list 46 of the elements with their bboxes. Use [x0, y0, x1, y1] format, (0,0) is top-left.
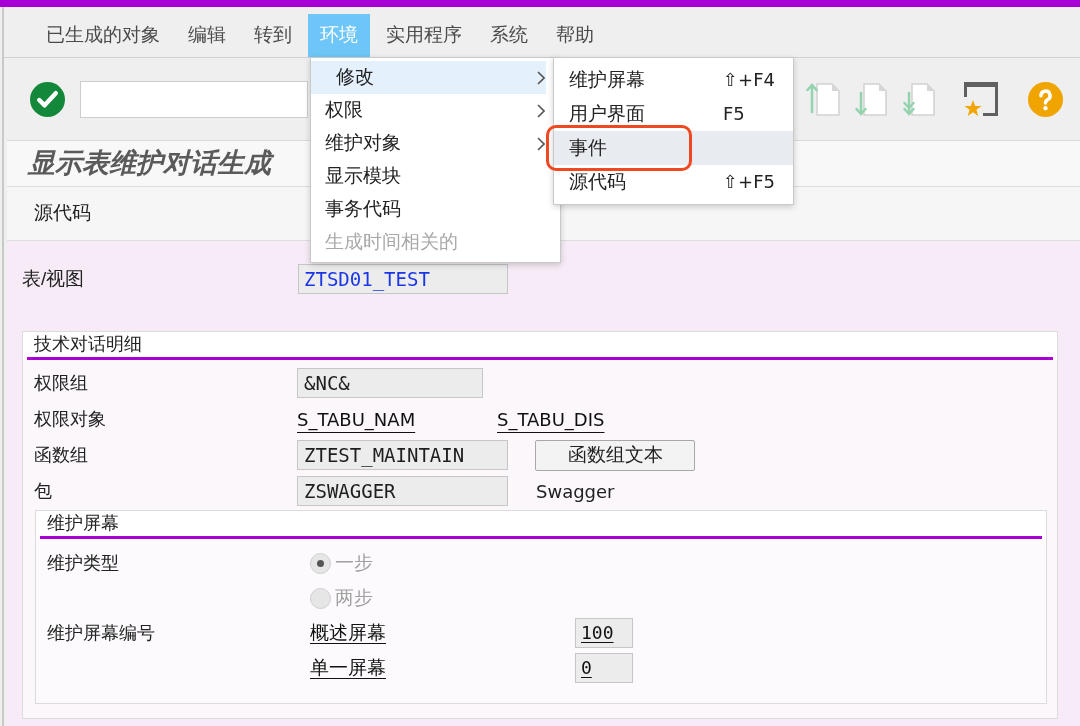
- document-up-arrow-icon[interactable]: [806, 81, 842, 117]
- function-group-text-button[interactable]: 函数组文本: [535, 439, 695, 471]
- command-field[interactable]: [80, 80, 308, 118]
- radio-label: 两步: [335, 585, 373, 610]
- document-double-down-arrow-icon[interactable]: [901, 81, 937, 117]
- menu-item[interactable]: 事件: [554, 131, 793, 165]
- package-description: Swagger: [536, 479, 615, 504]
- menu-item[interactable]: 源代码 ⇧+F5: [554, 165, 793, 199]
- number-field[interactable]: 100: [575, 618, 633, 648]
- menu-item[interactable]: 显示模块: [311, 160, 546, 193]
- menu-bar-item[interactable]: 编辑: [176, 14, 238, 57]
- menu-item[interactable]: 修改: [311, 61, 546, 94]
- field-label: 权限组: [34, 371, 89, 395]
- menu-item[interactable]: 权限: [311, 94, 546, 127]
- field-label: 包: [34, 479, 53, 503]
- star-window-icon[interactable]: [963, 81, 999, 117]
- document-down-arrow-icon[interactable]: [853, 81, 889, 117]
- field-label: 维护类型: [47, 552, 119, 573]
- field-label: 表/视图: [22, 266, 86, 291]
- field-label: 权限对象: [34, 407, 107, 431]
- check-icon[interactable]: [30, 81, 65, 117]
- text-field[interactable]: ZSWAGGER: [297, 476, 508, 506]
- menu-bar-item[interactable]: 已生成的对象: [34, 14, 172, 57]
- link[interactable]: 概述屏幕: [310, 621, 386, 643]
- text-field[interactable]: ZTEST_MAINTAIN: [297, 440, 508, 470]
- text-field[interactable]: &NC&: [297, 368, 483, 398]
- help-icon[interactable]: [1028, 81, 1063, 117]
- field-label: 维护屏幕编号: [47, 622, 155, 643]
- text-field[interactable]: ZTSD01_TEST: [298, 264, 508, 294]
- group-title: 技术对话明细: [34, 333, 142, 356]
- radio-label: 一步: [335, 550, 373, 575]
- menu-item[interactable]: 事务代码: [311, 193, 546, 226]
- link[interactable]: S_TABU_DIS: [497, 408, 605, 430]
- menu-item[interactable]: 维护对象: [311, 127, 546, 160]
- menu-bar-item[interactable]: 实用程序: [374, 14, 474, 57]
- menu-item[interactable]: 维护屏幕 ⇧+F4: [554, 63, 793, 97]
- group-title: 维护屏幕: [47, 512, 119, 535]
- menu-item[interactable]: 用户界面 F5: [554, 97, 793, 131]
- link[interactable]: 单一屏幕: [310, 656, 386, 678]
- field-label: 函数组: [34, 443, 89, 467]
- number-field[interactable]: 0: [575, 653, 633, 683]
- menu-bar-item[interactable]: 转到: [242, 14, 304, 57]
- toolbar-button[interactable]: 源代码: [22, 195, 103, 232]
- link[interactable]: S_TABU_NAM: [297, 408, 416, 430]
- menu-bar-item[interactable]: 系统: [478, 14, 540, 57]
- menu-bar-item[interactable]: 帮助: [544, 14, 606, 57]
